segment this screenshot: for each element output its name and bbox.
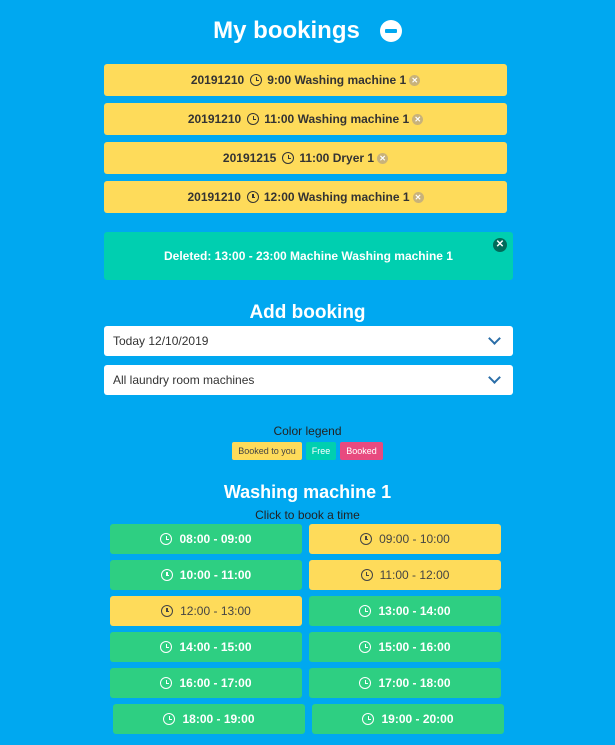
clock-icon <box>160 569 173 581</box>
page-header: My bookings <box>0 14 615 48</box>
time-slot-button[interactable]: 13:00 - 14:00 <box>309 596 501 626</box>
booking-machine: Dryer 1 <box>332 151 375 165</box>
clock-icon <box>160 641 173 653</box>
legend-booked-to-you: Booked to you <box>232 442 302 460</box>
time-slot-label: 18:00 - 19:00 <box>182 712 255 726</box>
time-slot-label: 14:00 - 15:00 <box>179 640 252 654</box>
remove-booking-icon[interactable]: ✕ <box>377 152 389 164</box>
remove-booking-icon[interactable]: ✕ <box>409 74 421 86</box>
time-slot-label: 17:00 - 18:00 <box>378 676 451 690</box>
time-slot-button[interactable]: 15:00 - 16:00 <box>309 632 501 662</box>
clock-icon <box>360 533 373 545</box>
time-slot-label: 11:00 - 12:00 <box>379 568 450 582</box>
booking-time: 11:00 <box>299 151 330 165</box>
booking-date: 20191210 <box>187 112 242 126</box>
deleted-notice: Deleted: 13:00 - 23:00 Machine Washing m… <box>104 232 513 280</box>
time-slot-label: 12:00 - 13:00 <box>180 604 251 618</box>
book-hint: Click to book a time <box>255 508 360 522</box>
machine-title: Washing machine 1 <box>223 482 392 502</box>
date-select-value: Today 12/10/2019 <box>113 334 209 348</box>
booking-item: 20191215 11:00 Dryer 1 ✕ <box>104 142 507 174</box>
machine-select[interactable]: All laundry room machines <box>104 365 513 395</box>
booking-time: 12:00 <box>263 190 295 204</box>
chevron-down-icon <box>488 371 501 384</box>
clock-icon <box>359 641 372 653</box>
booking-date: 20191210 <box>187 190 241 204</box>
booking-time: 9:00 <box>267 73 292 87</box>
clock-icon <box>362 713 375 725</box>
time-slot-label: 08:00 - 09:00 <box>179 532 252 546</box>
page-title: My bookings <box>213 17 360 44</box>
time-slot-label: 16:00 - 17:00 <box>179 676 252 690</box>
booking-machine: Washing machine 1 <box>294 73 407 87</box>
time-slot-button[interactable]: 19:00 - 20:00 <box>312 704 504 734</box>
clock-icon <box>359 605 372 617</box>
booking-machine: Washing machine 1 <box>297 112 410 126</box>
time-slot-label: 10:00 - 11:00 <box>179 568 252 582</box>
booking-date: 20191210 <box>190 73 245 87</box>
time-slot-button[interactable]: 17:00 - 18:00 <box>309 668 501 698</box>
clock-icon <box>246 191 259 203</box>
time-slot-label: 19:00 - 20:00 <box>381 712 454 726</box>
remove-booking-icon[interactable]: ✕ <box>412 191 424 203</box>
legend-booked: Booked <box>340 442 383 460</box>
clock-icon <box>250 74 263 86</box>
booking-machine: Washing machine 1 <box>297 190 410 204</box>
time-slot-label: 15:00 - 16:00 <box>378 640 451 654</box>
time-slot-label: 09:00 - 10:00 <box>379 532 450 546</box>
add-booking-title: Add booking <box>249 302 366 323</box>
legend-free: Free <box>305 442 337 460</box>
booking-date: 20191215 <box>222 151 277 165</box>
clock-icon <box>163 713 176 725</box>
booking-time: 11:00 <box>264 112 295 126</box>
clock-icon <box>247 113 260 125</box>
time-slot-button[interactable]: 11:00 - 12:00 <box>309 560 501 590</box>
time-slot-button[interactable]: 14:00 - 15:00 <box>110 632 302 662</box>
date-select[interactable]: Today 12/10/2019 <box>104 326 513 356</box>
time-slot-button[interactable]: 18:00 - 19:00 <box>113 704 305 734</box>
time-slot-button[interactable]: 09:00 - 10:00 <box>309 524 501 554</box>
close-icon[interactable]: ✕ <box>493 238 507 252</box>
legend-title: Color legend <box>273 424 342 438</box>
time-slot-button[interactable]: 10:00 - 11:00 <box>110 560 302 590</box>
clock-icon <box>161 605 174 617</box>
time-slot-button[interactable]: 08:00 - 09:00 <box>110 524 302 554</box>
chevron-down-icon <box>488 332 501 345</box>
remove-booking-icon[interactable]: ✕ <box>412 113 424 125</box>
booking-item: 20191210 12:00 Washing machine 1 ✕ <box>104 181 507 213</box>
machine-select-value: All laundry room machines <box>113 373 255 387</box>
clock-icon <box>160 677 173 689</box>
clock-icon <box>360 569 373 581</box>
time-slot-button[interactable]: 12:00 - 13:00 <box>110 596 302 626</box>
time-slot-label: 13:00 - 14:00 <box>378 604 451 618</box>
clock-icon <box>359 677 372 689</box>
time-slot-button[interactable]: 16:00 - 17:00 <box>110 668 302 698</box>
booking-item: 20191210 11:00 Washing machine 1 ✕ <box>104 103 507 135</box>
collapse-minus-icon[interactable] <box>379 20 402 42</box>
notice-text: Deleted: 13:00 - 23:00 Machine Washing m… <box>164 249 453 263</box>
clock-icon <box>282 152 295 164</box>
clock-icon <box>160 533 173 545</box>
color-legend: Booked to you Free Booked <box>0 442 615 460</box>
booking-item: 20191210 9:00 Washing machine 1 ✕ <box>104 64 507 96</box>
